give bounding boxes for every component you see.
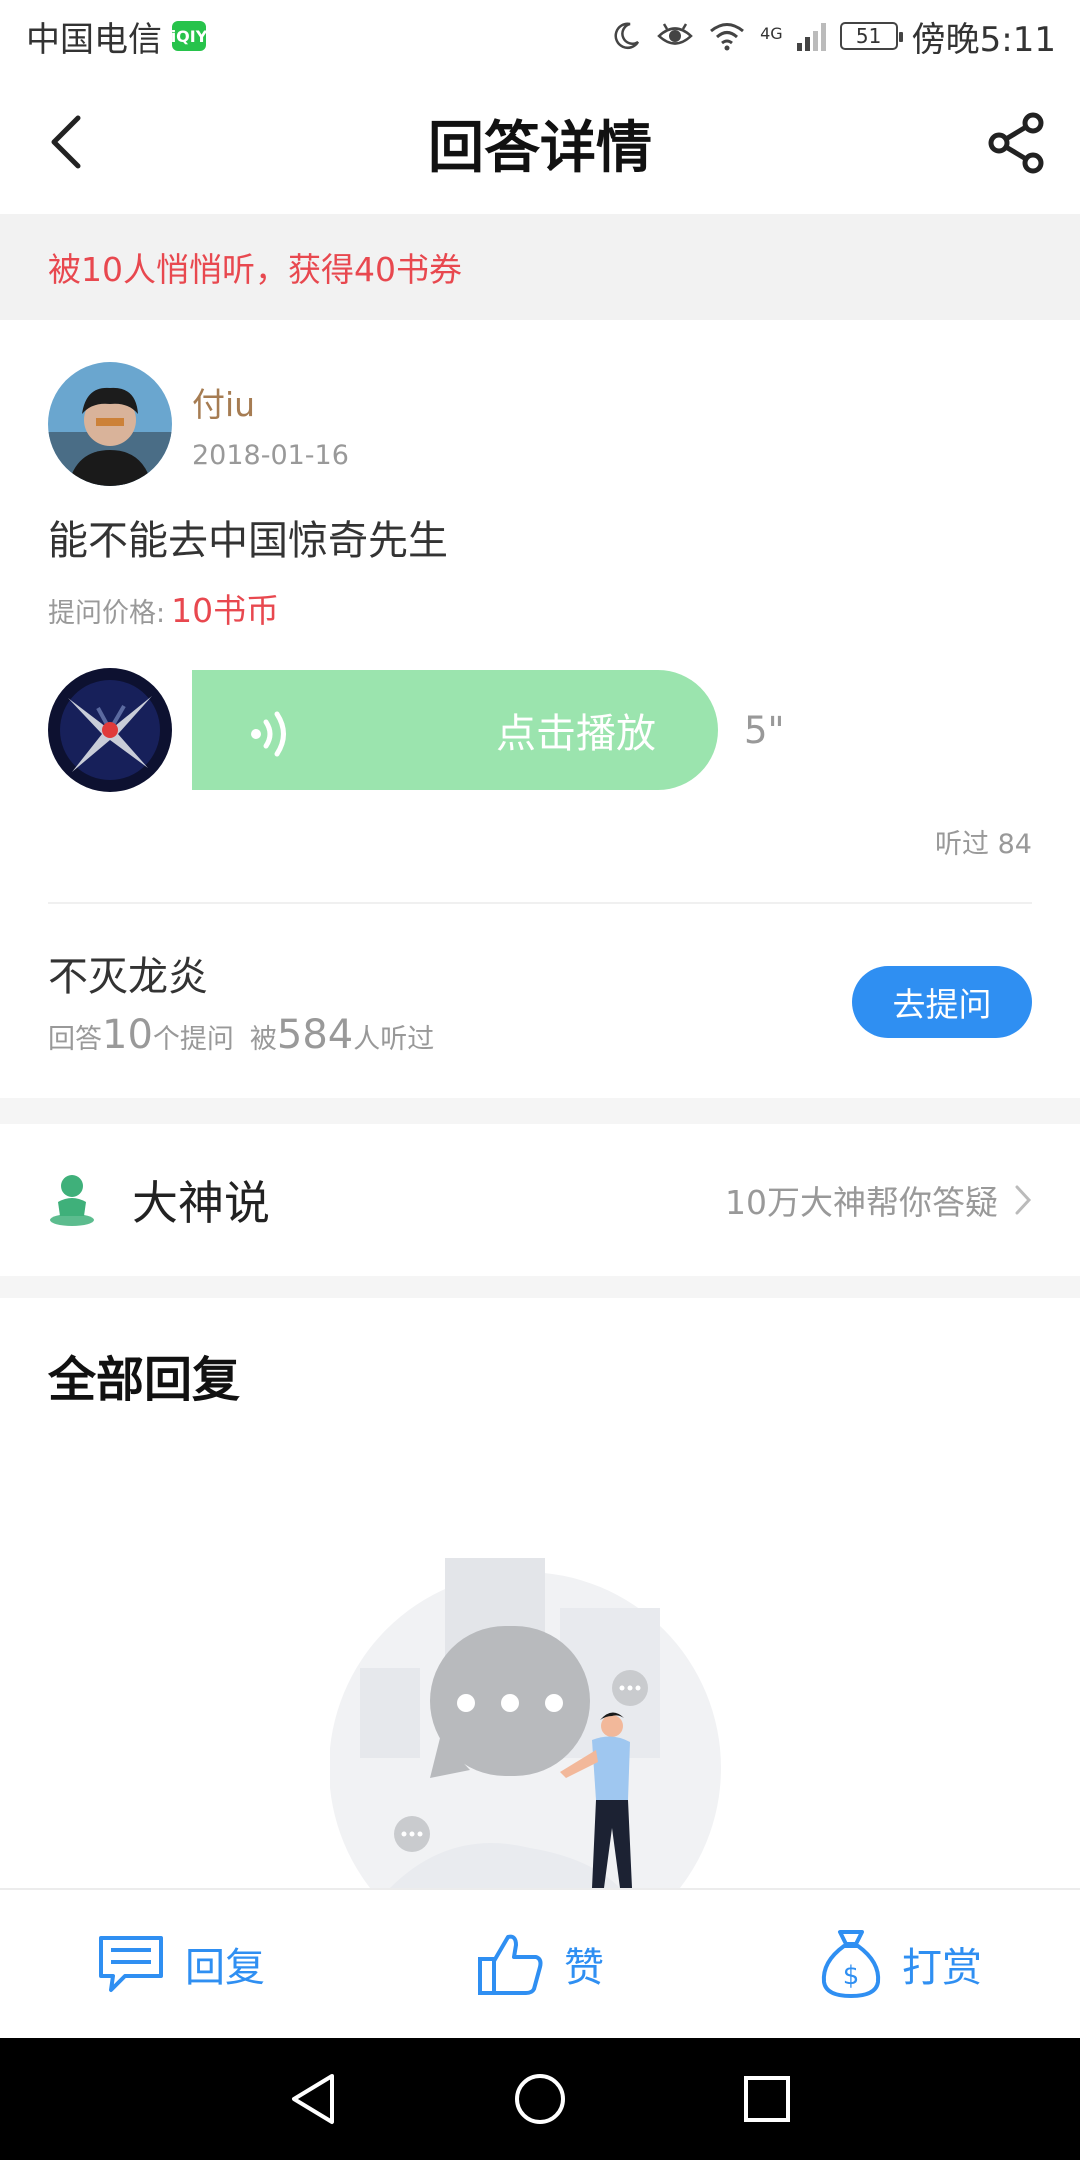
bottom-action-bar: 回复 赞 $ 打赏 (0, 1888, 1080, 2038)
clock: 傍晚5:11 (911, 19, 1056, 60)
asker-name[interactable]: 付iu (192, 378, 349, 426)
stats-answer-count: 10 (102, 1012, 153, 1058)
comment-icon (99, 1936, 163, 1992)
tip-button[interactable]: $ 打赏 (720, 1928, 1080, 2000)
eye-icon (657, 23, 693, 45)
price-label: 提问价格: (48, 598, 166, 629)
stats-listen-prefix: 被 (249, 1024, 277, 1055)
dashen-entry[interactable]: 大神说 10万大神帮你答疑 (0, 1124, 1080, 1276)
chevron-right-icon (1015, 1185, 1032, 1215)
asker-avatar[interactable] (48, 362, 172, 486)
dashen-subtitle-text: 10万大神帮你答疑 (725, 1183, 998, 1222)
moon-icon (614, 22, 640, 49)
question-date: 2018-01-16 (192, 439, 349, 471)
stats-answer-prefix: 回答 (48, 1024, 102, 1055)
answerer-name[interactable]: 不灭龙炎 (48, 944, 208, 1002)
all-replies-title: 全部回复 (48, 1352, 241, 1408)
section-gap (0, 1098, 1080, 1124)
listen-count: 听过 84 (935, 829, 1032, 860)
price-value: 10书币 (171, 591, 280, 630)
play-voice-button[interactable]: 点击播放 (192, 670, 718, 790)
empty-replies-illustration (330, 1558, 721, 1888)
dashen-subtitle: 10万大神帮你答疑 (725, 1176, 1032, 1224)
top-header: 回答详情 (0, 72, 1080, 214)
system-navigation-bar (0, 2038, 1080, 2160)
recents-square-icon[interactable] (742, 2074, 792, 2124)
play-label: 点击播放 (496, 711, 656, 757)
battery-icon: 51 (839, 22, 903, 50)
like-button[interactable]: 赞 (360, 1929, 720, 1999)
listen-notice-banner: 被10人悄悄听，获得40书券 (0, 214, 1080, 320)
back-button[interactable] (36, 112, 96, 172)
stats-listen-count: 584 (276, 1012, 354, 1058)
network-type: 4G (760, 23, 783, 43)
stats-answer-suffix: 个提问 (152, 1024, 234, 1055)
money-bag-icon: $ (821, 1930, 881, 1998)
share-button[interactable] (984, 110, 1050, 176)
ask-question-button[interactable]: 去提问 (852, 966, 1032, 1038)
answerer-avatar[interactable] (48, 668, 172, 792)
voice-duration: 5" (744, 708, 785, 752)
signal-icon (796, 21, 826, 51)
person-pin-icon (50, 1175, 94, 1226)
question-text: 能不能去中国惊奇先生 (48, 518, 448, 564)
stats-listen-suffix: 人听过 (353, 1024, 435, 1055)
tip-label: 打赏 (902, 1945, 982, 1991)
back-triangle-icon[interactable] (288, 2072, 338, 2126)
carrier-label: 中国电信 (26, 19, 162, 60)
reply-button[interactable]: 回复 (0, 1932, 360, 1996)
dashen-title: 大神说 (132, 1176, 270, 1230)
answerer-stats: 回答 10 个提问 被 584 人听过 (48, 1012, 434, 1058)
voice-answer: 点击播放 5" (48, 668, 785, 792)
divider (48, 902, 1032, 904)
chevron-left-icon (51, 115, 81, 169)
thumbs-up-icon (478, 1934, 543, 1995)
home-circle-icon[interactable] (513, 2072, 567, 2126)
wifi-icon (710, 23, 745, 51)
share-icon (988, 112, 1044, 174)
sound-wave-icon (251, 711, 286, 757)
iqiyi-app-icon: iQIY (171, 21, 207, 51)
status-bar: 中国电信 iQIY 4G 51 傍晚5:11 (0, 0, 1080, 72)
section-gap (0, 1276, 1080, 1298)
svg-text:$: $ (843, 1961, 860, 1991)
page-title: 回答详情 (428, 114, 652, 181)
like-label: 赞 (564, 1945, 604, 1991)
reply-label: 回复 (185, 1945, 265, 1991)
question-price: 提问价格: 10书币 (48, 584, 279, 632)
battery-level: 51 (855, 24, 882, 48)
asker-info: 付iu 2018-01-16 (48, 362, 349, 486)
